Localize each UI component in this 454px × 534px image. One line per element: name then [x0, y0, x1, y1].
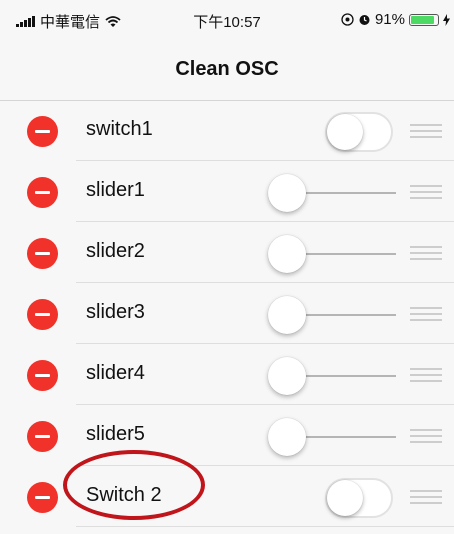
slider-thumb[interactable]: [268, 418, 306, 456]
row-label: switch1: [86, 118, 153, 140]
reorder-handle-icon[interactable]: [410, 429, 442, 443]
battery-percent: 91%: [374, 11, 405, 28]
battery-fill: [411, 15, 435, 24]
status-right: 91%: [341, 11, 450, 28]
toggle-switch[interactable]: [325, 478, 393, 518]
slider-thumb[interactable]: [268, 174, 306, 212]
page-title: Clean OSC: [175, 58, 279, 80]
location-icon: [341, 13, 354, 26]
list-item: slider4: [0, 344, 454, 405]
row-label: slider4: [86, 362, 145, 384]
row-label: slider5: [86, 423, 145, 445]
reorder-handle-icon[interactable]: [410, 246, 442, 260]
row-label: slider1: [86, 179, 145, 201]
battery-icon: [409, 13, 439, 26]
charging-icon: [443, 13, 450, 26]
alarm-icon: [359, 15, 370, 25]
annotation-circle: [63, 450, 205, 520]
list-item: slider1: [0, 161, 454, 222]
slider[interactable]: [268, 417, 396, 457]
slider-thumb[interactable]: [268, 235, 306, 273]
navigation-bar: Clean OSC: [0, 40, 454, 101]
slider[interactable]: [268, 173, 396, 213]
slider-thumb[interactable]: [268, 296, 306, 334]
slider-thumb[interactable]: [268, 357, 306, 395]
list-item: slider5: [0, 405, 454, 466]
delete-button[interactable]: [27, 238, 58, 269]
row-label: slider3: [86, 301, 145, 323]
delete-button[interactable]: [27, 360, 58, 391]
toggle-knob: [327, 114, 363, 150]
slider[interactable]: [268, 234, 396, 274]
status-bar: 中華電信 下午10:57 91%: [0, 0, 454, 40]
delete-button[interactable]: [27, 482, 58, 513]
delete-button[interactable]: [27, 116, 58, 147]
reorder-handle-icon[interactable]: [410, 368, 442, 382]
control-list: switch1 slider1 slider2 slider3 slider4 slide…: [0, 100, 454, 527]
reorder-handle-icon[interactable]: [410, 124, 442, 138]
list-item: slider2: [0, 222, 454, 283]
list-item: switch1: [0, 100, 454, 161]
delete-button[interactable]: [27, 421, 58, 452]
delete-button[interactable]: [27, 299, 58, 330]
toggle-knob: [327, 480, 363, 516]
delete-button[interactable]: [27, 177, 58, 208]
row-label: slider2: [86, 240, 145, 262]
reorder-handle-icon[interactable]: [410, 490, 442, 504]
reorder-handle-icon[interactable]: [410, 185, 442, 199]
reorder-handle-icon[interactable]: [410, 307, 442, 321]
slider[interactable]: [268, 356, 396, 396]
toggle-switch[interactable]: [325, 112, 393, 152]
slider[interactable]: [268, 295, 396, 335]
list-item: slider3: [0, 283, 454, 344]
